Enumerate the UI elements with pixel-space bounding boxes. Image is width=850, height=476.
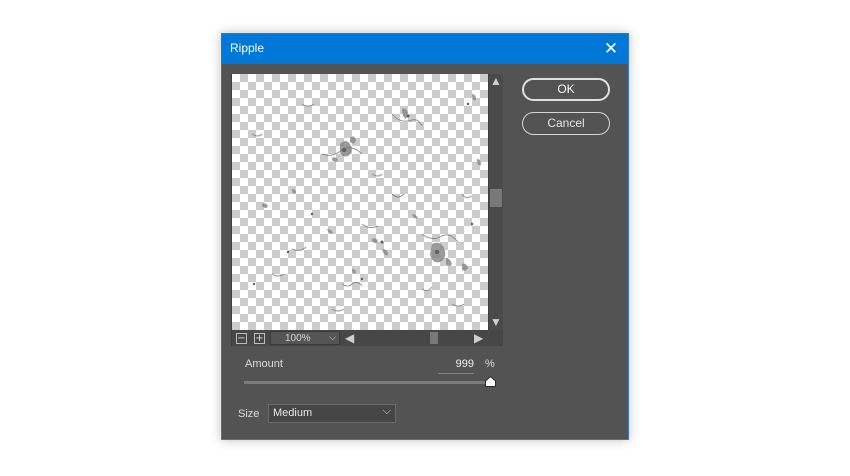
preview-controls-bar: − + 100% ⌵ ◀ ▶ (232, 330, 503, 346)
amount-unit: % (485, 358, 495, 370)
vertical-scrollbar[interactable]: ▲ ▼ (489, 74, 503, 330)
scroll-up-arrow-icon[interactable]: ▲ (490, 75, 502, 87)
amount-label: Amount (245, 358, 283, 370)
zoom-out-icon[interactable]: − (236, 333, 247, 344)
cancel-button[interactable]: Cancel (522, 112, 610, 135)
ripple-texture (251, 94, 481, 312)
zoom-level-dropdown[interactable]: 100% ⌵ (270, 331, 340, 345)
amount-slider-thumb[interactable] (484, 376, 496, 387)
size-selected-value: Medium (273, 407, 313, 419)
close-icon[interactable]: ✕ (600, 38, 622, 60)
size-dropdown[interactable]: Medium ⌵ (268, 404, 396, 423)
ripple-dialog: Ripple ✕ ▲ ▼ − + 100% ⌵ ◀ ▶ OK Cancel Am… (221, 33, 629, 440)
preview-image[interactable] (232, 74, 488, 330)
scroll-right-arrow-icon[interactable]: ▶ (474, 332, 483, 344)
zoom-level-value: 100% (285, 333, 311, 344)
zoom-in-icon[interactable]: + (254, 333, 265, 344)
ok-button[interactable]: OK (522, 78, 610, 101)
chevron-down-icon: ⌵ (329, 332, 336, 342)
scroll-down-arrow-icon[interactable]: ▼ (490, 316, 502, 328)
dialog-title: Ripple (230, 41, 265, 55)
amount-input[interactable]: 999 (438, 357, 474, 374)
preview-panel: ▲ ▼ − + 100% ⌵ ◀ ▶ (231, 74, 503, 346)
horizontal-scroll-thumb[interactable] (430, 332, 439, 344)
chevron-down-icon: ⌵ (382, 405, 391, 417)
title-bar[interactable]: Ripple ✕ (222, 34, 628, 64)
scroll-left-arrow-icon[interactable]: ◀ (345, 332, 354, 344)
size-label: Size (238, 408, 260, 420)
amount-slider-track[interactable] (244, 381, 490, 384)
vertical-scroll-thumb[interactable] (490, 188, 502, 207)
